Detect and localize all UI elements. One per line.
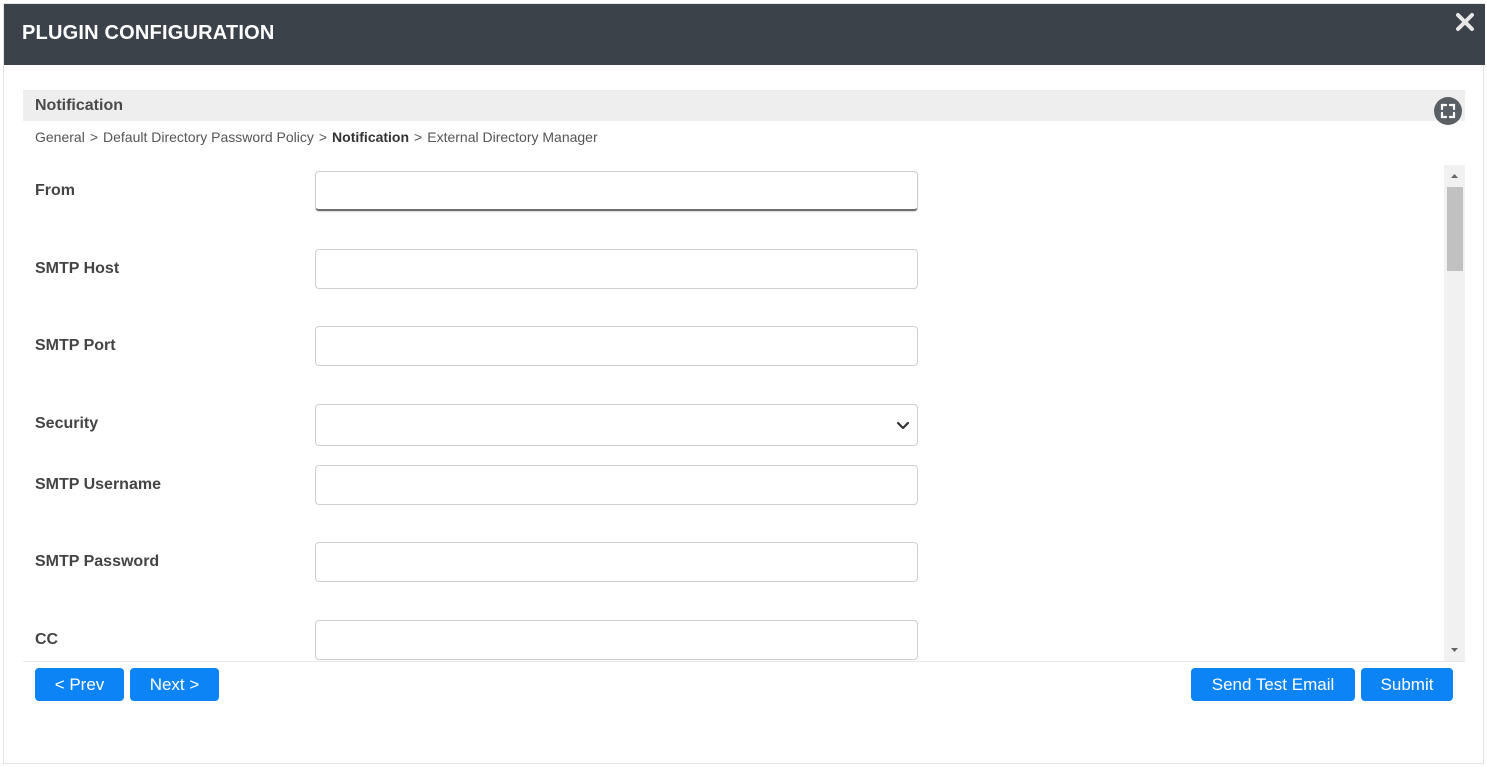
security-select[interactable] <box>315 404 918 446</box>
scrollbar-thumb[interactable] <box>1447 187 1463 271</box>
from-label: From <box>35 182 75 199</box>
breadcrumb-item-notification: Notification <box>332 129 410 145</box>
form-scrollbar[interactable] <box>1444 165 1465 661</box>
plugin-configuration-dialog: PLUGIN CONFIGURATION Notification Genera… <box>3 3 1485 764</box>
next-button[interactable]: Next > <box>130 668 219 701</box>
smtp-port-input[interactable] <box>315 326 918 366</box>
smtp-host-label: SMTP Host <box>35 260 120 277</box>
prev-button[interactable]: < Prev <box>35 668 124 701</box>
scroll-up-arrow-icon[interactable] <box>1444 167 1465 184</box>
footer-divider <box>23 661 1465 662</box>
submit-button[interactable]: Submit <box>1361 668 1453 701</box>
breadcrumb-item-general[interactable]: General <box>35 129 85 145</box>
section-title: Notification <box>35 97 123 114</box>
notification-form: From SMTP Host SMTP Port Security SMTP U… <box>23 165 1465 661</box>
breadcrumb-separator: > <box>89 129 98 145</box>
cc-input[interactable] <box>315 620 918 660</box>
smtp-port-label: SMTP Port <box>35 337 116 354</box>
security-label: Security <box>35 415 99 432</box>
scroll-down-arrow-icon[interactable] <box>1444 642 1465 659</box>
chevron-down-icon <box>895 417 911 433</box>
section-header: Notification <box>23 90 1465 125</box>
breadcrumb: General > Default Directory Password Polic… <box>35 129 598 145</box>
breadcrumb-item-external-directory-manager[interactable]: External Directory Manager <box>427 129 597 145</box>
breadcrumb-separator: > <box>318 129 328 145</box>
close-icon[interactable] <box>1453 10 1477 34</box>
smtp-username-input[interactable] <box>315 465 918 505</box>
from-input[interactable] <box>315 171 918 211</box>
smtp-host-input[interactable] <box>315 249 918 289</box>
expand-icon[interactable] <box>1434 97 1462 125</box>
breadcrumb-item-default-directory-password-policy[interactable]: Default Directory Password Policy <box>103 129 314 145</box>
dialog-header: PLUGIN CONFIGURATION <box>4 4 1485 65</box>
smtp-password-input[interactable] <box>315 542 918 582</box>
cc-label: CC <box>35 631 59 648</box>
smtp-username-label: SMTP Username <box>35 476 161 493</box>
send-test-email-button[interactable]: Send Test Email <box>1191 668 1355 701</box>
breadcrumb-separator: > <box>414 129 423 145</box>
smtp-password-label: SMTP Password <box>35 553 160 570</box>
dialog-title: PLUGIN CONFIGURATION <box>22 22 275 44</box>
